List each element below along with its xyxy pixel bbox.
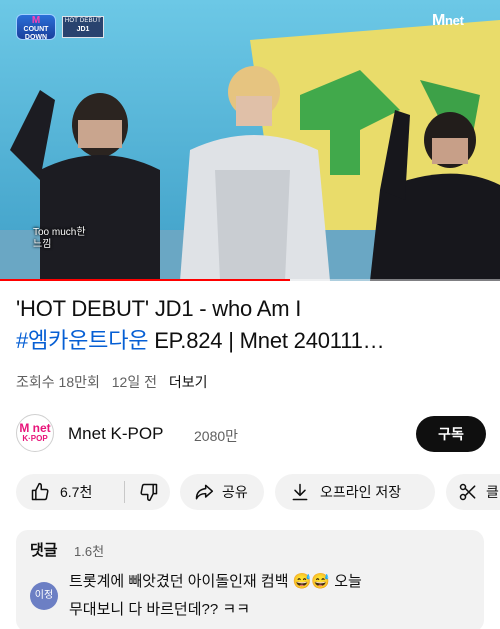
progress-bar-fill [0, 279, 290, 281]
video-caption: Too much한 느낌 [33, 227, 86, 250]
progress-bar[interactable] [0, 279, 500, 281]
like-button[interactable]: 6.7천 [16, 482, 124, 502]
thumbs-down-icon [140, 483, 158, 502]
share-label: 공유 [222, 484, 248, 500]
dislike-button[interactable] [125, 482, 159, 502]
video-title-line1: 'HOT DEBUT' JD1 - who Am I [16, 296, 302, 321]
upload-age: 12일 전 [111, 374, 157, 390]
share-button[interactable]: 공유 [180, 474, 264, 510]
channel-watermark: Mnet [432, 12, 464, 30]
offline-save-button[interactable]: 오프라인 저장 [275, 474, 435, 510]
like-count: 6.7천 [60, 484, 93, 500]
show-logo-m: M [31, 15, 41, 26]
subscribe-button[interactable]: 구독 [416, 416, 486, 452]
view-count: 조회수 18만회 [16, 374, 100, 390]
channel-watermark-m: M [432, 12, 446, 29]
comments-header: 댓글 [30, 542, 58, 559]
channel-avatar-line1: M net [19, 421, 51, 435]
hot-debut-badge: HOT DEBUT JD1 [62, 16, 104, 38]
video-title[interactable]: 'HOT DEBUT' JD1 - who Am I #엠카운트다운 EP.82… [16, 293, 491, 357]
comments-panel[interactable]: 댓글 1.6천 이정 트롯계에 빼앗겼던 아이돌인재 컴백 😅😅 오늘 무대보니… [16, 530, 484, 629]
top-comment-line1: 트롯계에 빼앗겼던 아이돌인재 컴백 😅😅 오늘 [69, 573, 362, 590]
scissors-icon [459, 483, 476, 501]
video-meta: 조회수 18만회 12일 전 더보기 [16, 372, 216, 392]
show-logo: M COUNT DOWN [16, 14, 56, 41]
hot-debut-artist: JD1 [76, 26, 90, 33]
video-player[interactable]: M COUNT DOWN HOT DEBUT JD1 Mnet Too much… [0, 0, 500, 281]
thumbs-up-icon [31, 482, 49, 501]
channel-name[interactable]: Mnet K-POP [68, 424, 163, 444]
subscriber-count: 2080만 [194, 428, 239, 444]
more-link[interactable]: 더보기 [169, 374, 208, 390]
offline-save-label: 오프라인 저장 [320, 484, 402, 500]
channel-avatar-line2: K·POP [22, 434, 48, 443]
commenter-avatar: 이정 [30, 582, 58, 610]
comments-count: 1.6천 [74, 544, 105, 559]
channel-avatar[interactable]: M net K·POP [16, 414, 54, 452]
share-icon [195, 484, 214, 500]
title-hashtag-link[interactable]: #엠카운트다운 [16, 328, 148, 353]
hot-debut-label: HOT DEBUT [64, 18, 102, 24]
video-title-line2: #엠카운트다운 EP.824 | Mnet 240111… [16, 325, 491, 357]
show-logo-count: COUNT [23, 26, 49, 33]
clip-label: 클립 [486, 484, 500, 500]
action-bar: 6.7천 공유 오프라인 저장 클립 [16, 474, 500, 512]
download-icon [292, 483, 308, 501]
like-dislike-chip: 6.7천 [16, 474, 170, 510]
top-comment: 트롯계에 빼앗겼던 아이돌인재 컴백 😅😅 오늘 무대보니 다 바르던데?? ㅋ… [69, 568, 474, 624]
top-comment-line2: 무대보니 다 바르던데?? ㅋㅋ [69, 601, 250, 618]
show-logo-down: DOWN [24, 34, 48, 41]
channel-watermark-net: net [445, 13, 464, 28]
video-title-line2-rest: EP.824 | Mnet 240111… [148, 328, 385, 353]
clip-button[interactable]: 클립 [446, 474, 500, 510]
